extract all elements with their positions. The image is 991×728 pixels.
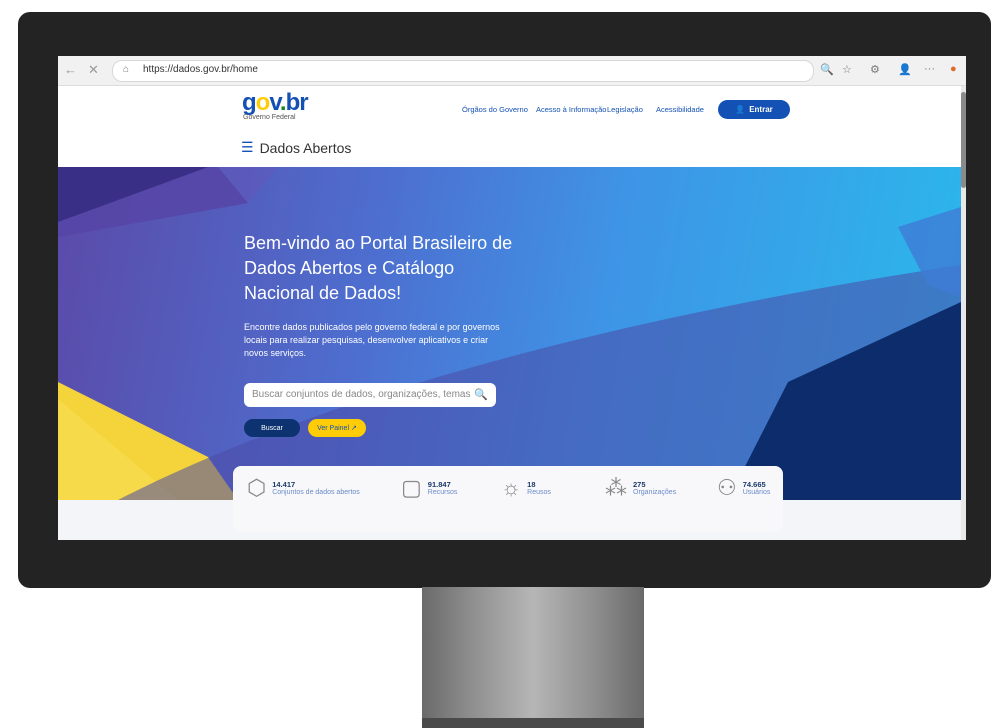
stat-value: 74.665 bbox=[742, 480, 766, 489]
search-box[interactable]: Buscar conjuntos de dados, organizações,… bbox=[244, 383, 496, 407]
stat-label: Recursos bbox=[427, 489, 458, 496]
govbr-logo[interactable]: gov.br bbox=[242, 89, 309, 117]
browser-window: ← ✕ ⌂ https://dados.gov.br/home 🔍 ☆ ⚙ 👤 … bbox=[58, 56, 966, 540]
site-header: gov.br Governo Federal Órgãos do Governo… bbox=[58, 86, 961, 167]
stats-bar: ⬡ 14.417 Conjuntos de dados abertos ▢ 91… bbox=[233, 466, 783, 532]
search-icon[interactable]: 🔍 bbox=[474, 388, 488, 401]
stat-users[interactable]: ⚇ 74.665 Usuários bbox=[717, 476, 770, 500]
nav-link-orgaos[interactable]: Órgãos do Governo bbox=[462, 105, 528, 114]
stat-label: Reusos bbox=[527, 489, 551, 496]
search-input[interactable]: Buscar conjuntos de dados, organizações,… bbox=[252, 389, 472, 400]
favorite-icon[interactable]: ☆ bbox=[842, 63, 852, 76]
hero-title: Bem-vindo ao Portal Brasileiro de Dados … bbox=[244, 233, 513, 303]
scrollbar[interactable] bbox=[961, 86, 966, 540]
zoom-icon[interactable]: 🔍 bbox=[820, 63, 834, 76]
search-button[interactable]: Buscar bbox=[244, 419, 300, 437]
browser-toolbar: ← ✕ ⌂ https://dados.gov.br/home 🔍 ☆ ⚙ 👤 … bbox=[58, 56, 966, 86]
stat-value: 275 bbox=[633, 480, 646, 489]
stat-value: 91.847 bbox=[427, 480, 451, 489]
lock-icon: ⌂ bbox=[123, 64, 130, 75]
stat-datasets[interactable]: ⬡ 14.417 Conjuntos de dados abertos bbox=[247, 476, 360, 500]
site-title: Dados Abertos bbox=[259, 139, 352, 156]
stat-organizations[interactable]: ⁂ 275 Organizações bbox=[605, 476, 676, 500]
organization-icon: ⁂ bbox=[605, 475, 627, 500]
view-panel-button[interactable]: Ver Painel ↗ bbox=[308, 419, 366, 437]
monitor-stand bbox=[422, 587, 644, 728]
stat-reuses[interactable]: ☼ 18 Reusos bbox=[501, 476, 551, 500]
page-content: gov.br Governo Federal Órgãos do Governo… bbox=[58, 86, 961, 540]
hero-description: Encontre dados publicados pelo governo f… bbox=[244, 322, 500, 358]
view-panel-label: Ver Painel bbox=[317, 424, 350, 432]
user-icon: 👤 bbox=[735, 105, 746, 114]
stat-value: 18 bbox=[527, 480, 536, 489]
menu-toggle[interactable]: ☰ Dados Abertos bbox=[241, 139, 351, 156]
more-icon[interactable]: ··· bbox=[924, 63, 935, 75]
nav-link-legislacao[interactable]: Legislação bbox=[607, 105, 643, 114]
logo-subtitle: Governo Federal bbox=[243, 114, 296, 121]
external-link-icon: ↗ bbox=[351, 425, 357, 432]
stat-label: Conjuntos de dados abertos bbox=[272, 489, 360, 496]
login-button[interactable]: 👤 Entrar bbox=[718, 100, 790, 119]
stat-label: Usuários bbox=[742, 489, 771, 496]
scrollbar-thumb[interactable] bbox=[961, 92, 966, 188]
close-icon[interactable]: ✕ bbox=[88, 62, 99, 78]
document-icon: ▢ bbox=[401, 475, 422, 500]
stat-value: 14.417 bbox=[272, 480, 296, 489]
url-text: https://dados.gov.br/home bbox=[143, 64, 258, 75]
stat-resources[interactable]: ▢ 91.847 Recursos bbox=[401, 476, 457, 500]
nav-link-acesso-informacao[interactable]: Acesso à Informação bbox=[536, 105, 606, 114]
hero-banner: Bem-vindo ao Portal Brasileiro de Dados … bbox=[58, 167, 961, 500]
copilot-icon[interactable]: ● bbox=[950, 63, 957, 75]
back-icon[interactable]: ← bbox=[64, 62, 77, 78]
lightbulb-icon: ☼ bbox=[501, 475, 522, 500]
settings-icon[interactable]: ⚙ bbox=[870, 63, 880, 76]
users-icon: ⚇ bbox=[717, 475, 737, 500]
nav-link-acessibilidade[interactable]: Acessibilidade bbox=[656, 105, 704, 114]
address-bar[interactable]: ⌂ https://dados.gov.br/home bbox=[112, 60, 814, 82]
hamburger-icon: ☰ bbox=[241, 139, 254, 155]
cube-icon: ⬡ bbox=[247, 475, 267, 500]
profile-icon[interactable]: 👤 bbox=[898, 63, 912, 76]
stat-label: Organizações bbox=[633, 489, 677, 496]
login-label: Entrar bbox=[749, 105, 773, 114]
